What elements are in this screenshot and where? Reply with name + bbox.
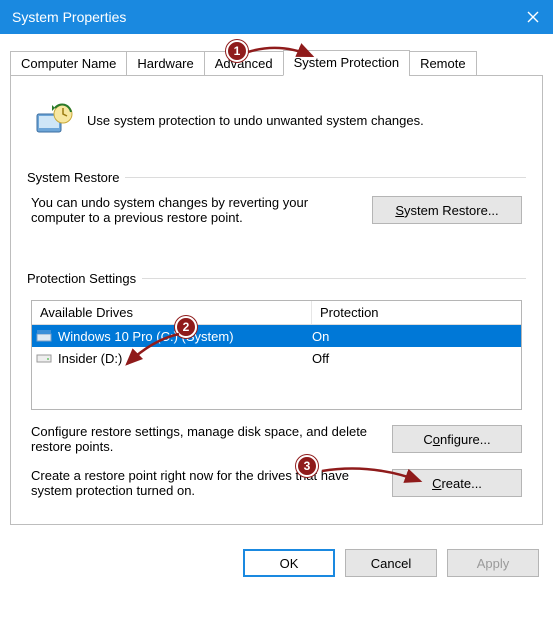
system-protection-icon [31, 98, 75, 142]
divider [142, 278, 526, 279]
close-button[interactable] [513, 0, 553, 34]
drive-status: Off [312, 351, 521, 366]
dialog-button-bar: OK Cancel Apply [0, 537, 553, 589]
tab-remote[interactable]: Remote [409, 51, 477, 76]
tab-advanced[interactable]: Advanced [204, 51, 284, 76]
drive-name: Windows 10 Pro (C:) (System) [56, 329, 312, 344]
table-header: Available Drives Protection [32, 301, 521, 325]
window-title: System Properties [12, 9, 513, 25]
cancel-button[interactable]: Cancel [345, 549, 437, 577]
close-icon [527, 11, 539, 23]
table-row[interactable]: Insider (D:) Off [32, 347, 521, 369]
tabstrip: Computer Name Hardware Advanced System P… [10, 50, 543, 76]
group-protection-settings-label: Protection Settings [27, 271, 136, 286]
drive-name: Insider (D:) [56, 351, 312, 366]
col-protection[interactable]: Protection [312, 301, 521, 324]
configure-button[interactable]: Configure... [392, 425, 522, 453]
drives-table[interactable]: Available Drives Protection Windows 10 P… [31, 300, 522, 410]
system-restore-button[interactable]: System Restore... [372, 196, 522, 224]
system-restore-text: You can undo system changes by reverting… [31, 195, 360, 225]
configure-text: Configure restore settings, manage disk … [31, 424, 380, 454]
tab-computer-name[interactable]: Computer Name [10, 51, 127, 76]
titlebar: System Properties [0, 0, 553, 34]
drive-icon [32, 352, 56, 364]
tab-hardware[interactable]: Hardware [126, 51, 204, 76]
drive-status: On [312, 329, 521, 344]
tab-panel-system-protection: Use system protection to undo unwanted s… [10, 76, 543, 525]
create-restore-point-button[interactable]: Create... [392, 469, 522, 497]
tab-system-protection[interactable]: System Protection [283, 50, 411, 76]
drive-system-icon [32, 329, 56, 343]
divider [125, 177, 526, 178]
col-available-drives[interactable]: Available Drives [32, 301, 312, 324]
intro-text: Use system protection to undo unwanted s… [87, 113, 522, 128]
ok-button[interactable]: OK [243, 549, 335, 577]
table-row[interactable]: Windows 10 Pro (C:) (System) On [32, 325, 521, 347]
apply-button: Apply [447, 549, 539, 577]
group-system-restore-label: System Restore [27, 170, 119, 185]
create-text: Create a restore point right now for the… [31, 468, 380, 498]
